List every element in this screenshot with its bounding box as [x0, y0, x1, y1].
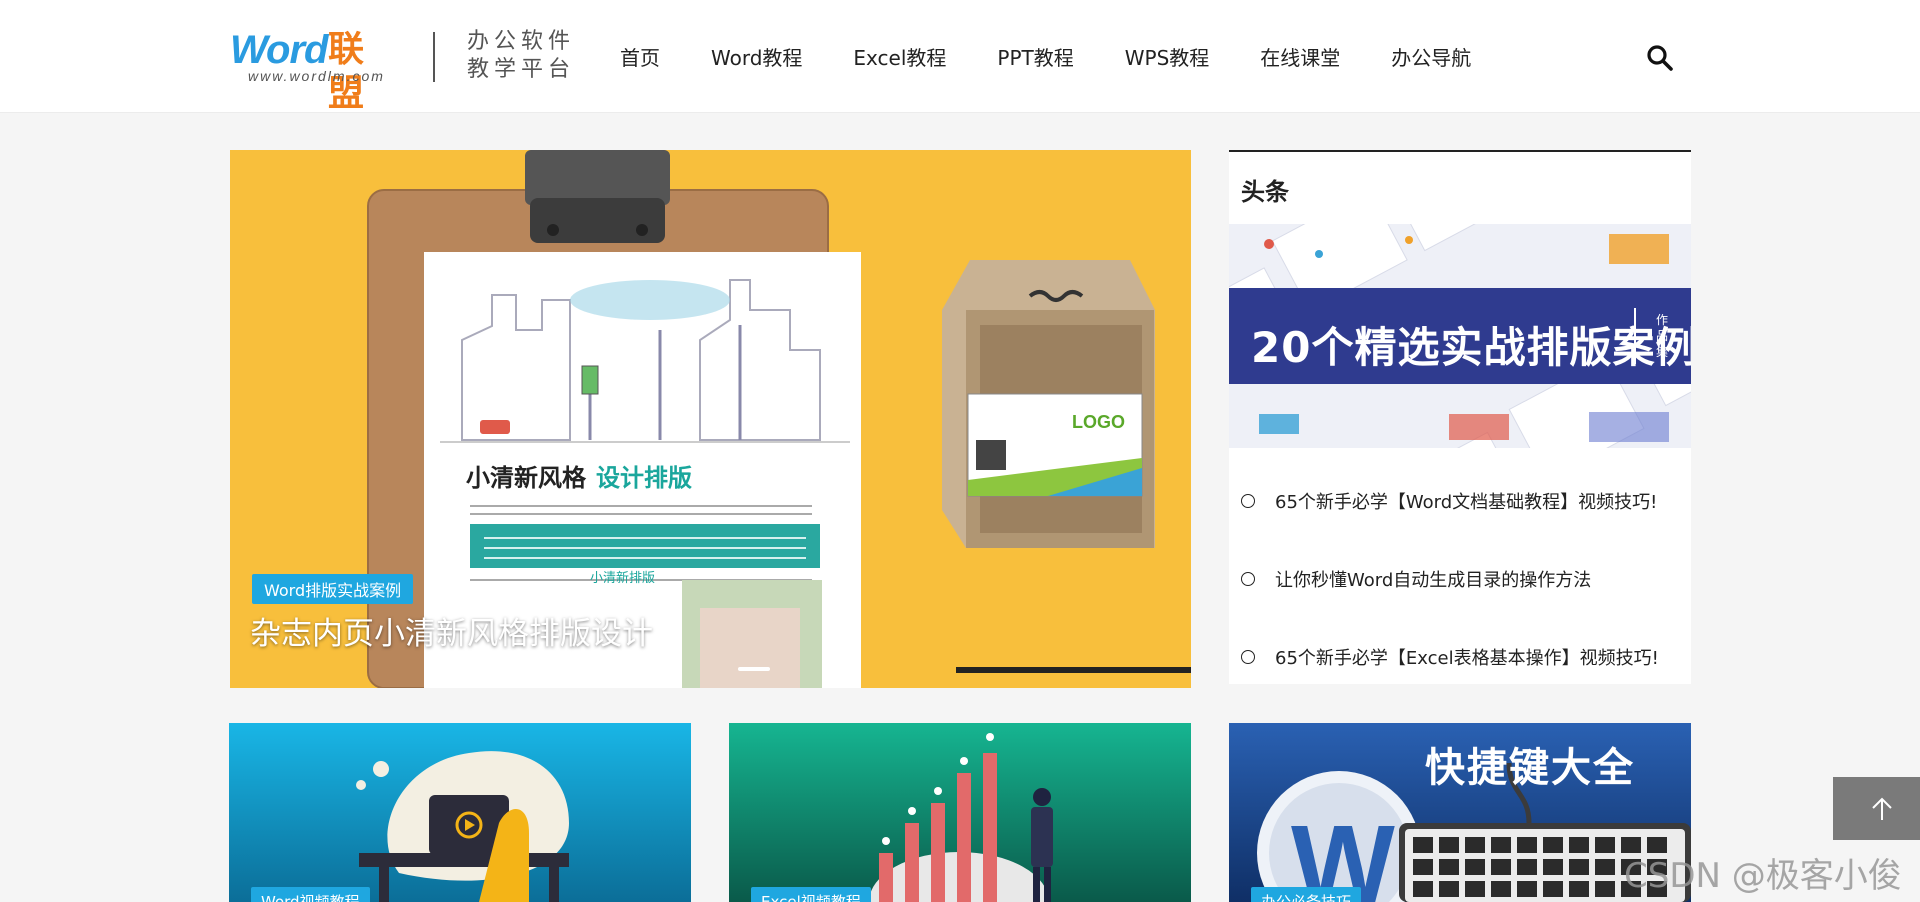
card-overlay-title: 快捷键大全 [1425, 745, 1635, 791]
main-nav: 首页 Word教程 Excel教程 PPT教程 WPS教程 在线课堂 办公导航 [620, 0, 1522, 113]
logo-word: Word [230, 28, 328, 72]
card-excel-video[interactable]: Excel视频教程 [729, 723, 1191, 902]
slide-card-logo: LOGO [1072, 412, 1125, 432]
nav-word[interactable]: Word教程 [711, 42, 802, 71]
nav-ppt[interactable]: PPT教程 [997, 42, 1073, 71]
headline-panel: 头条 20个精选实战排版案例 作品集 65个新手必学【Word文档基础教程】视频… [1229, 150, 1691, 684]
search-icon[interactable] [1646, 44, 1674, 72]
headline-item[interactable]: 65个新手必学【Excel表格基本操作】视频技巧! [1229, 618, 1691, 696]
headline-item[interactable]: 让你秒懂Word自动生成目录的操作方法 [1229, 540, 1691, 618]
site-tagline: 办公软件 教学平台 [467, 28, 587, 84]
logo-url: www.wordlm.com [248, 68, 385, 84]
slide-doc-heading-left: 小清新风格 [466, 464, 587, 492]
site-logo[interactable]: Word 联盟 www.wordlm.com [230, 28, 390, 114]
slide-category-tag[interactable]: Word排版实战案例 [252, 574, 414, 604]
headline-list: 65个新手必学【Word文档基础教程】视频技巧! 让你秒懂Word自动生成目录的… [1229, 462, 1691, 696]
slide-indicator[interactable] [738, 667, 770, 671]
card-category-tag[interactable]: Word视频教程 [251, 887, 370, 902]
site-header: Word 联盟 www.wordlm.com 办公软件 教学平台 首页 Word… [0, 0, 1920, 114]
card-category-tag[interactable]: Excel视频教程 [751, 887, 871, 902]
card-image [229, 723, 691, 902]
featured-slider[interactable]: 小清新风格 设计排版 小清新排版 LOGO Word排版实战案例 杂志内页小清新… [230, 150, 1191, 688]
card-word-video[interactable]: Word视频教程 [229, 723, 691, 902]
headline-item-text: 65个新手必学【Excel表格基本操作】视频技巧! [1275, 648, 1659, 669]
headline-item-text: 让你秒懂Word自动生成目录的操作方法 [1275, 570, 1592, 591]
slide-title[interactable]: 杂志内页小清新风格排版设计 [250, 608, 653, 653]
arrow-up-icon [1871, 797, 1892, 820]
nav-office-guide[interactable]: 办公导航 [1391, 42, 1471, 71]
card-image [729, 723, 1191, 902]
banner-text: 20个精选实战排版案例 [1251, 323, 1691, 372]
headline-item[interactable]: 65个新手必学【Word文档基础教程】视频技巧! [1229, 462, 1691, 540]
banner-side-text: 作品集 [1655, 313, 1668, 359]
tagline-line1: 办公软件 [467, 29, 576, 54]
slide-doc-subheading: 小清新排版 [590, 570, 655, 586]
logo-divider [433, 32, 435, 82]
headline-item-text: 65个新手必学【Word文档基础教程】视频技巧! [1275, 492, 1658, 513]
back-to-top-button[interactable] [1833, 777, 1920, 840]
nav-online-class[interactable]: 在线课堂 [1260, 42, 1340, 71]
headline-title: 头条 [1241, 178, 1289, 206]
card-category-tag[interactable]: 办公必备技巧 [1251, 887, 1362, 902]
nav-wps[interactable]: WPS教程 [1125, 42, 1210, 71]
circle-bullet-icon [1241, 572, 1255, 586]
slide-doc-heading-right: 设计排版 [596, 464, 692, 492]
nav-excel[interactable]: Excel教程 [853, 42, 946, 71]
nav-home[interactable]: 首页 [620, 42, 660, 71]
circle-bullet-icon [1241, 494, 1255, 508]
watermark-text: CSDN @极客小俊 [1624, 856, 1902, 896]
circle-bullet-icon [1241, 650, 1255, 664]
tagline-line2: 教学平台 [467, 57, 576, 82]
card-office-tips[interactable]: W 快捷键大全 办公必备技巧 [1229, 723, 1691, 902]
headline-banner[interactable]: 20个精选实战排版案例 作品集 [1229, 224, 1691, 448]
